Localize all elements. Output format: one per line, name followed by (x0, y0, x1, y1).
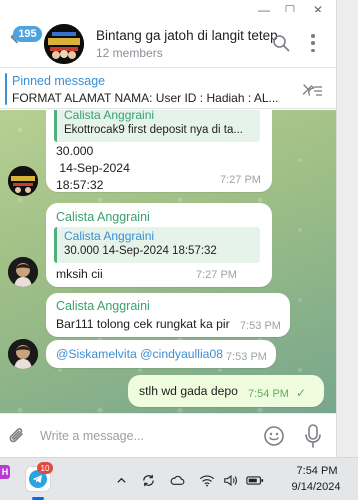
wifi-icon[interactable] (198, 471, 216, 489)
taskbar-app-h[interactable]: H (0, 465, 10, 479)
message-list[interactable]: Calista Anggraini Ekottrocak9 first depo… (0, 110, 336, 413)
message-time: 7:27 PM (196, 269, 237, 281)
sender-avatar[interactable] (8, 166, 38, 196)
message-time: 7:53 PM (226, 351, 267, 363)
clock-time[interactable]: 7:54 PM (282, 465, 352, 477)
reply-sender: Calista Anggraini (64, 229, 155, 243)
windows-taskbar: H 10 7:54 PM 9/14/2024 (0, 457, 358, 500)
pinned-message-bar[interactable]: Pinned message FORMAT ALAMAT NAMA: User … (0, 67, 336, 109)
reply-text: Ekottrocak9 first deposit nya di ta... (64, 124, 243, 136)
pinned-accent-bar (5, 73, 7, 105)
read-status-icon: ✓ (296, 386, 307, 400)
sender-name[interactable]: Calista Anggraini (56, 299, 150, 313)
pinned-text: FORMAT ALAMAT NAMA: User ID : Hadiah : A… (12, 91, 279, 105)
message-input[interactable] (40, 424, 250, 448)
message-composer (0, 413, 336, 457)
member-count: 12 members (96, 46, 163, 60)
paperclip-icon[interactable] (7, 425, 27, 447)
message-bubble[interactable]: Calista Anggraini Bar111 tolong cek rung… (46, 293, 290, 337)
sender-avatar-image (8, 257, 38, 287)
unread-count-badge: 195 (13, 26, 42, 42)
pin-list-icon[interactable] (300, 81, 324, 99)
message-time: 7:27 PM (220, 174, 261, 186)
message-bubble[interactable]: Calista Anggraini Ekottrocak9 first depo… (46, 110, 272, 192)
pinned-label: Pinned message (12, 74, 106, 88)
cloud-icon[interactable] (168, 471, 186, 489)
mention-text[interactable]: @Siskamelvita @cindyaullia08 (56, 346, 223, 363)
sender-avatar[interactable] (8, 339, 38, 369)
sender-avatar[interactable] (8, 257, 38, 287)
telegram-window: — ☐ ✕ 195 Bintang ga jatoh di langit tet… (0, 0, 336, 457)
microphone-icon[interactable] (304, 423, 322, 449)
background-window-edge (336, 0, 358, 457)
battery-icon[interactable] (246, 471, 264, 489)
reply-sender: Calista Anggraini (64, 110, 155, 122)
clock-date[interactable]: 9/14/2024 (278, 481, 354, 493)
group-avatar[interactable] (44, 24, 84, 64)
reply-quote[interactable]: Calista Anggraini 30.000 14-Sep-2024 18:… (54, 227, 260, 263)
chat-title[interactable]: Bintang ga jatoh di langit tetep (96, 28, 278, 43)
message-bubble[interactable]: Calista Anggraini Calista Anggraini 30.0… (46, 203, 272, 287)
sender-avatar-image (8, 339, 38, 369)
speaker-icon[interactable] (222, 471, 240, 489)
more-vertical-icon[interactable] (306, 34, 320, 52)
message-text: stlh wd gada depo (139, 384, 238, 398)
message-bubble[interactable]: @Siskamelvita @cindyaullia08 7:53 PM (46, 340, 276, 368)
message-text: mksih cii (56, 267, 103, 281)
search-icon[interactable] (272, 34, 290, 52)
outgoing-message-bubble[interactable]: stlh wd gada depo 7:54 PM ✓ (128, 375, 324, 407)
sync-icon[interactable] (139, 471, 157, 489)
sender-avatar-image (8, 166, 38, 196)
message-text: Bar111 tolong cek rungkat ka pir (56, 317, 230, 331)
emoji-icon[interactable] (263, 425, 285, 447)
message-time: 7:53 PM (240, 320, 281, 332)
message-text: 30.000 14-Sep-2024 18:57:32 (56, 144, 130, 192)
sender-name[interactable]: Calista Anggraini (56, 210, 150, 224)
message-time: 7:54 PM (248, 388, 289, 400)
chevron-up-icon[interactable] (112, 471, 130, 489)
group-avatar-image (44, 24, 84, 64)
reply-quote[interactable]: Calista Anggraini Ekottrocak9 first depo… (54, 110, 260, 142)
telegram-unread-badge: 10 (37, 462, 53, 474)
reply-text: 30.000 14-Sep-2024 18:57:32 (64, 245, 217, 257)
